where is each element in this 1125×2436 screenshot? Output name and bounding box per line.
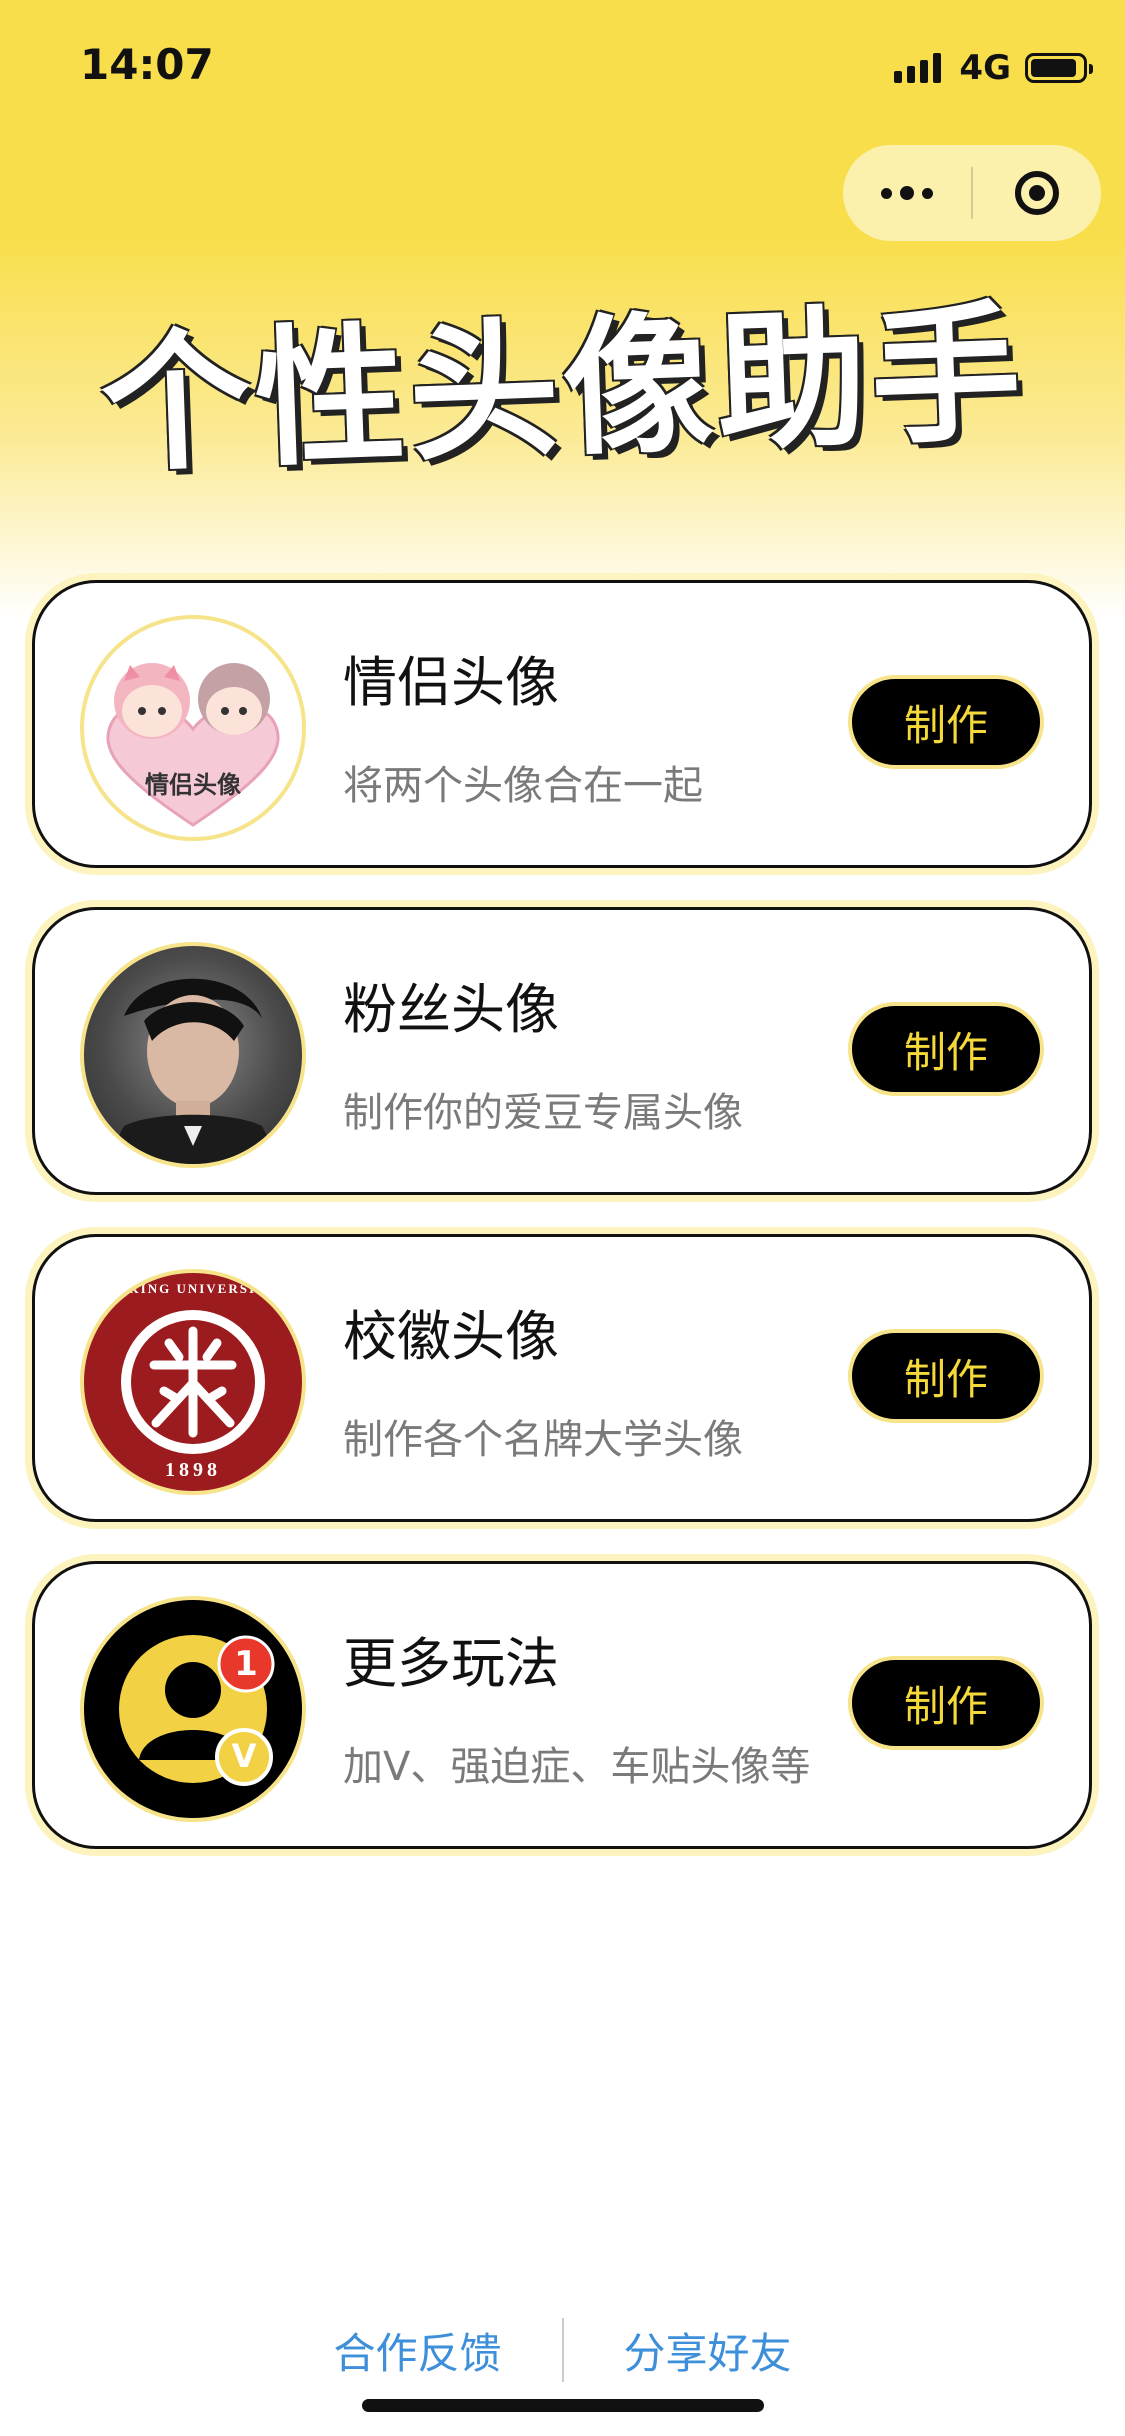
close-button[interactable]	[973, 171, 1101, 215]
card-subtitle: 制作各个名牌大学头像	[343, 1417, 743, 1463]
card-more-features[interactable]: 1 V 更多玩法 加V、强迫症、车贴头像等 制作	[32, 1561, 1092, 1849]
make-button[interactable]: 制作	[848, 1656, 1044, 1750]
make-button[interactable]: 制作	[848, 1329, 1044, 1423]
signal-icon	[894, 53, 942, 83]
card-subtitle: 将两个头像合在一起	[343, 763, 703, 809]
card-subtitle: 加V、强迫症、车贴头像等	[343, 1744, 811, 1790]
feedback-link[interactable]: 合作反馈	[273, 2320, 561, 2381]
emblem-name-text: PEKING UNIVERSITY	[107, 1281, 279, 1296]
couple-avatar-caption: 情侣头像	[145, 771, 241, 799]
more-menu-button[interactable]	[843, 145, 971, 241]
university-emblem-icon: PEKING UNIVERSITY 1898	[80, 1269, 306, 1495]
make-button[interactable]: 制作	[848, 1002, 1044, 1096]
card-title: 校徽头像	[343, 1305, 559, 1368]
home-indicator[interactable]	[362, 2399, 764, 2412]
card-title: 情侣头像	[343, 651, 559, 714]
footer-links: 合作反馈 分享好友	[0, 2310, 1125, 2390]
v-badge: V	[231, 1737, 257, 1775]
card-subtitle: 制作你的爱豆专属头像	[343, 1090, 743, 1136]
card-school-emblem-avatar[interactable]: PEKING UNIVERSITY 1898 校徽头像 制作各个名牌大学头像 制…	[32, 1234, 1092, 1522]
network-label: 4G	[959, 48, 1011, 88]
status-time: 14:07	[80, 40, 214, 89]
status-indicators: 4G	[894, 48, 1093, 88]
notification-count: 1	[234, 1644, 258, 1684]
more-features-avatar-icon: 1 V	[80, 1596, 306, 1822]
emblem-year-text: 1898	[165, 1459, 221, 1481]
couple-avatar-icon: 情侣头像	[80, 615, 306, 841]
battery-icon	[1025, 53, 1093, 83]
fan-avatar-photo-icon	[80, 942, 306, 1168]
share-link[interactable]: 分享好友	[564, 2320, 852, 2381]
close-target-icon	[1015, 171, 1059, 215]
card-fan-avatar[interactable]: 粉丝头像 制作你的爱豆专属头像 制作	[32, 907, 1092, 1195]
app-title: 个性头像助手	[98, 286, 1028, 494]
make-button[interactable]: 制作	[848, 675, 1044, 769]
more-dots-icon	[881, 187, 892, 199]
card-title: 粉丝头像	[343, 978, 559, 1041]
card-couple-avatar[interactable]: 情侣头像 情侣头像 将两个头像合在一起 制作	[32, 580, 1092, 868]
miniprogram-capsule	[843, 145, 1101, 241]
card-title: 更多玩法	[343, 1632, 559, 1695]
